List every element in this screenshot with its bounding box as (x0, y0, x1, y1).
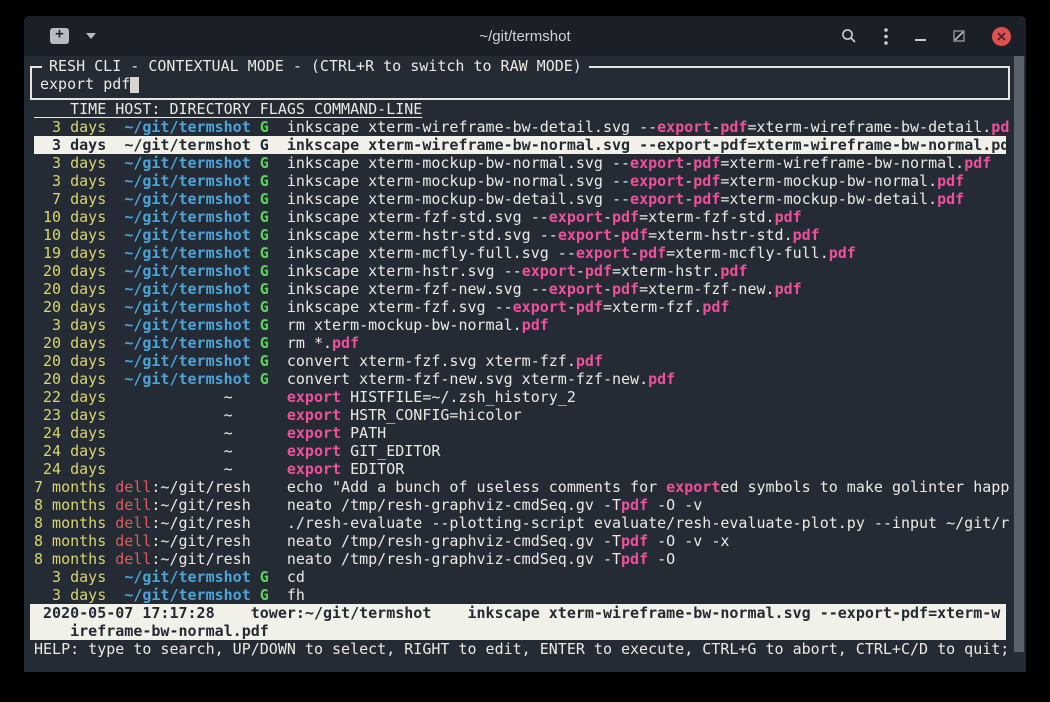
history-row[interactable]: 23 days ~ export HSTR_CONFIG=hicolor (34, 406, 1006, 424)
scrollbar[interactable] (1014, 56, 1024, 672)
chevron-down-icon[interactable] (86, 33, 96, 39)
history-row[interactable]: 22 days ~ export HISTFILE=~/.zsh_history… (34, 388, 1006, 406)
status-bar: 2020-05-07 17:17:28 tower:~/git/termshot… (30, 604, 1006, 640)
text-cursor (130, 77, 139, 93)
status-line-1: 2020-05-07 17:17:28 tower:~/git/termshot… (34, 604, 1006, 622)
history-row[interactable]: 3 days ~/git/termshot G cd (34, 568, 1006, 586)
history-row[interactable]: 20 days ~/git/termshot G convert xterm-f… (34, 352, 1006, 370)
resh-search-panel: RESH CLI - CONTEXTUAL MODE - (CTRL+R to … (30, 66, 1010, 100)
history-row[interactable]: 20 days ~/git/termshot G rm *.pdf (34, 334, 1006, 352)
history-row[interactable]: 10 days ~/git/termshot G inkscape xterm-… (34, 226, 1006, 244)
history-row[interactable]: 3 days ~/git/termshot G inkscape xterm-m… (34, 172, 1006, 190)
history-row[interactable]: 3 days ~/git/termshot G fh (34, 586, 1006, 604)
history-row[interactable]: 3 days ~/git/termshot G inkscape xterm-w… (34, 118, 1006, 136)
close-button[interactable] (992, 27, 1011, 46)
history-row[interactable]: 24 days ~ export GIT_EDITOR (34, 442, 1006, 460)
status-time: 2020-05-07 17:17:28 (34, 604, 251, 622)
history-row[interactable]: 20 days ~/git/termshot G inkscape xterm-… (34, 280, 1006, 298)
minimize-button[interactable] (915, 31, 926, 41)
restore-icon (953, 30, 965, 42)
history-row[interactable]: 24 days ~ export EDITOR (34, 460, 1006, 478)
history-row[interactable]: 3 days ~/git/termshot G rm xterm-mockup-… (34, 316, 1006, 334)
history-row[interactable]: 3 days ~/git/termshot G inkscape xterm-m… (34, 154, 1006, 172)
history-row[interactable]: 8 months dell:~/git/resh ./resh-evaluate… (34, 514, 1006, 532)
history-row[interactable]: 24 days ~ export PATH (34, 424, 1006, 442)
status-line-2: ireframe-bw-normal.pdf (34, 622, 1006, 640)
history-row[interactable]: 20 days ~/git/termshot G inkscape xterm-… (34, 298, 1006, 316)
menu-button[interactable] (884, 28, 888, 45)
history-row[interactable]: 8 months dell:~/git/resh neato /tmp/resh… (34, 532, 1006, 550)
search-query: export pdf (40, 75, 130, 93)
history-row[interactable]: 8 months dell:~/git/resh neato /tmp/resh… (34, 550, 1006, 568)
scrollbar-thumb[interactable] (1014, 56, 1024, 652)
history-row[interactable]: 19 days ~/git/termshot G inkscape xterm-… (34, 244, 1006, 262)
search-input[interactable]: export pdf (40, 75, 1000, 93)
history-row[interactable]: 7 days ~/git/termshot G inkscape xterm-m… (34, 190, 1006, 208)
history-row[interactable]: 3 days ~/git/termshot G inkscape xterm-w… (34, 136, 1006, 154)
help-bar: HELP: type to search, UP/DOWN to select,… (34, 640, 1026, 658)
new-tab-button[interactable] (50, 28, 69, 44)
history-row[interactable]: 7 months dell:~/git/resh echo "Add a bun… (34, 478, 1006, 496)
search-icon (841, 28, 857, 44)
history-row[interactable]: 8 months dell:~/git/resh neato /tmp/resh… (34, 496, 1006, 514)
search-button[interactable] (841, 28, 857, 44)
status-host: tower:~/git/termshot (251, 604, 468, 622)
history-row[interactable]: 20 days ~/git/termshot G inkscape xterm-… (34, 262, 1006, 280)
status-command: inkscape xterm-wireframe-bw-normal.svg -… (468, 604, 1001, 622)
minimize-icon (915, 39, 926, 41)
close-icon (997, 32, 1006, 41)
table-header: TIME HOST: DIRECTORY FLAGS COMMAND-LINE (34, 100, 1026, 118)
history-rows: 3 days ~/git/termshot G inkscape xterm-w… (30, 118, 1006, 604)
titlebar: ~/git/termshot (24, 16, 1026, 56)
terminal-window: ~/git/termshot (24, 16, 1026, 672)
kebab-menu-icon (884, 28, 888, 45)
terminal-screen: RESH CLI - CONTEXTUAL MODE - (CTRL+R to … (24, 56, 1026, 672)
resh-panel-title: RESH CLI - CONTEXTUAL MODE - (CTRL+R to … (42, 57, 589, 75)
restore-button[interactable] (953, 30, 965, 42)
history-row[interactable]: 10 days ~/git/termshot G inkscape xterm-… (34, 208, 1006, 226)
history-row[interactable]: 20 days ~/git/termshot G convert xterm-f… (34, 370, 1006, 388)
